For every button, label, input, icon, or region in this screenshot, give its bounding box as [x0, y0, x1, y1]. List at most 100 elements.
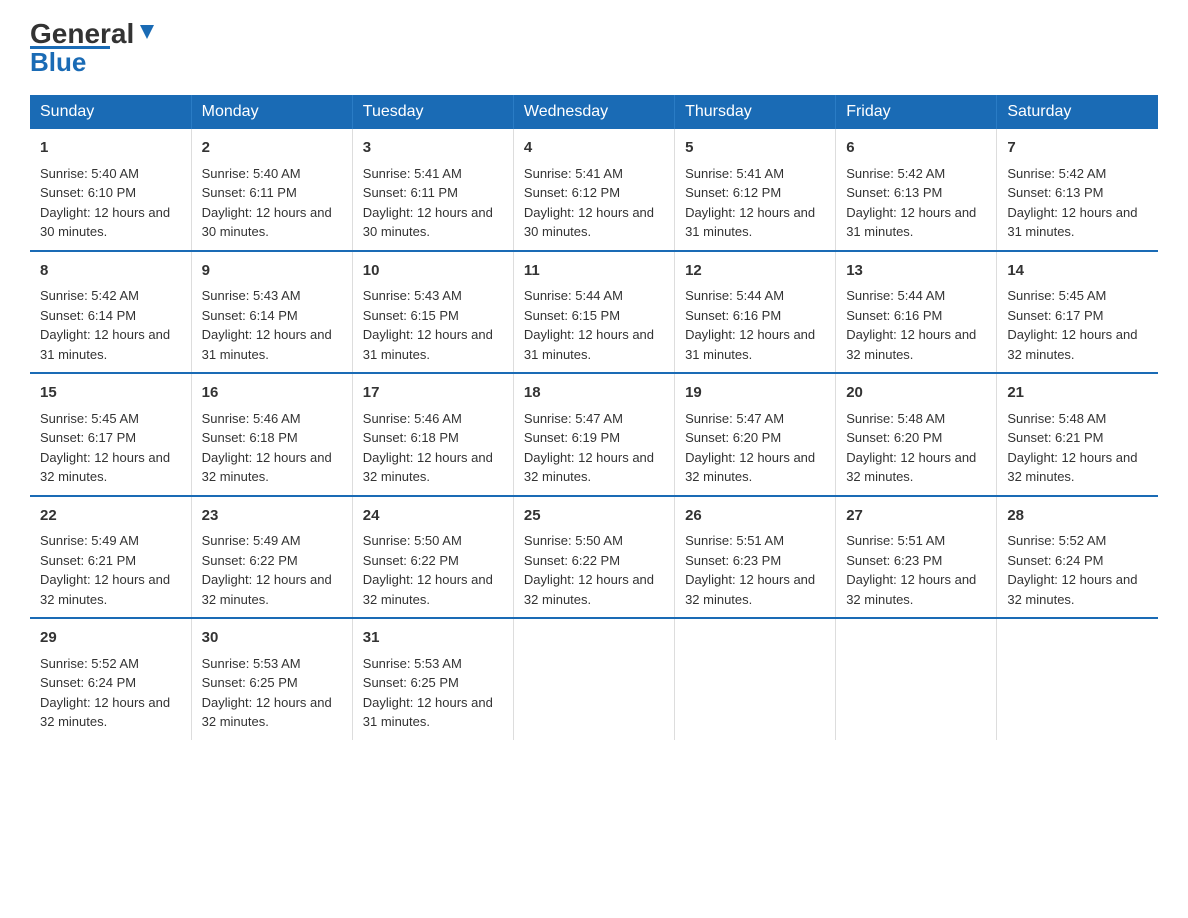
calendar-cell: 7 Sunrise: 5:42 AMSunset: 6:13 PMDaylight… — [997, 129, 1158, 251]
calendar-cell — [675, 618, 836, 740]
page-header: General Blue — [30, 20, 1158, 75]
day-number: 20 — [846, 382, 986, 405]
day-number: 23 — [202, 505, 342, 528]
day-info: Sunrise: 5:43 AMSunset: 6:14 PMDaylight:… — [202, 288, 332, 362]
day-number: 27 — [846, 505, 986, 528]
calendar-cell: 5 Sunrise: 5:41 AMSunset: 6:12 PMDaylight… — [675, 129, 836, 251]
logo-blue: Blue — [30, 49, 86, 75]
calendar-cell: 26 Sunrise: 5:51 AMSunset: 6:23 PMDayligh… — [675, 496, 836, 619]
day-info: Sunrise: 5:50 AMSunset: 6:22 PMDaylight:… — [363, 533, 493, 607]
calendar-week-row: 1 Sunrise: 5:40 AMSunset: 6:10 PMDaylight… — [30, 129, 1158, 251]
weekday-header: Wednesday — [513, 95, 674, 129]
calendar-cell: 21 Sunrise: 5:48 AMSunset: 6:21 PMDayligh… — [997, 373, 1158, 496]
calendar-cell: 13 Sunrise: 5:44 AMSunset: 6:16 PMDayligh… — [836, 251, 997, 374]
day-info: Sunrise: 5:51 AMSunset: 6:23 PMDaylight:… — [846, 533, 976, 607]
day-info: Sunrise: 5:49 AMSunset: 6:21 PMDaylight:… — [40, 533, 170, 607]
calendar-cell: 1 Sunrise: 5:40 AMSunset: 6:10 PMDaylight… — [30, 129, 191, 251]
calendar-cell: 6 Sunrise: 5:42 AMSunset: 6:13 PMDaylight… — [836, 129, 997, 251]
day-number: 22 — [40, 505, 181, 528]
day-number: 14 — [1007, 260, 1148, 283]
day-info: Sunrise: 5:49 AMSunset: 6:22 PMDaylight:… — [202, 533, 332, 607]
calendar-week-row: 15Sunrise: 5:45 AMSunset: 6:17 PMDayligh… — [30, 373, 1158, 496]
day-info: Sunrise: 5:52 AMSunset: 6:24 PMDaylight:… — [40, 656, 170, 730]
day-number: 25 — [524, 505, 664, 528]
day-info: Sunrise: 5:48 AMSunset: 6:20 PMDaylight:… — [846, 411, 976, 485]
day-number: 6 — [846, 137, 986, 160]
calendar-cell: 8 Sunrise: 5:42 AMSunset: 6:14 PMDaylight… — [30, 251, 191, 374]
day-info: Sunrise: 5:42 AMSunset: 6:13 PMDaylight:… — [1007, 166, 1137, 240]
calendar-cell: 17 Sunrise: 5:46 AMSunset: 6:18 PMDayligh… — [352, 373, 513, 496]
weekday-header-row: SundayMondayTuesdayWednesdayThursdayFrid… — [30, 95, 1158, 129]
day-info: Sunrise: 5:51 AMSunset: 6:23 PMDaylight:… — [685, 533, 815, 607]
weekday-header: Sunday — [30, 95, 191, 129]
calendar-cell: 18 Sunrise: 5:47 AMSunset: 6:19 PMDayligh… — [513, 373, 674, 496]
day-number: 13 — [846, 260, 986, 283]
day-info: Sunrise: 5:44 AMSunset: 6:15 PMDaylight:… — [524, 288, 654, 362]
day-info: Sunrise: 5:48 AMSunset: 6:21 PMDaylight:… — [1007, 411, 1137, 485]
day-info: Sunrise: 5:40 AMSunset: 6:10 PMDaylight:… — [40, 166, 170, 240]
day-number: 10 — [363, 260, 503, 283]
calendar-week-row: 8 Sunrise: 5:42 AMSunset: 6:14 PMDaylight… — [30, 251, 1158, 374]
calendar-cell — [997, 618, 1158, 740]
day-info: Sunrise: 5:44 AMSunset: 6:16 PMDaylight:… — [846, 288, 976, 362]
day-number: 29 — [40, 627, 181, 650]
weekday-header: Tuesday — [352, 95, 513, 129]
calendar-cell: 22 Sunrise: 5:49 AMSunset: 6:21 PMDayligh… — [30, 496, 191, 619]
weekday-header: Saturday — [997, 95, 1158, 129]
day-number: 30 — [202, 627, 342, 650]
day-info: Sunrise: 5:46 AMSunset: 6:18 PMDaylight:… — [363, 411, 493, 485]
day-info: Sunrise: 5:42 AMSunset: 6:14 PMDaylight:… — [40, 288, 170, 362]
calendar-cell: 30Sunrise: 5:53 AMSunset: 6:25 PMDayligh… — [191, 618, 352, 740]
calendar-cell: 16 Sunrise: 5:46 AMSunset: 6:18 PMDayligh… — [191, 373, 352, 496]
day-number: 3 — [363, 137, 503, 160]
calendar-cell: 9 Sunrise: 5:43 AMSunset: 6:14 PMDaylight… — [191, 251, 352, 374]
calendar-cell: 25 Sunrise: 5:50 AMSunset: 6:22 PMDayligh… — [513, 496, 674, 619]
calendar-cell: 24 Sunrise: 5:50 AMSunset: 6:22 PMDayligh… — [352, 496, 513, 619]
calendar-cell: 14 Sunrise: 5:45 AMSunset: 6:17 PMDayligh… — [997, 251, 1158, 374]
calendar-week-row: 22 Sunrise: 5:49 AMSunset: 6:21 PMDayligh… — [30, 496, 1158, 619]
day-number: 28 — [1007, 505, 1148, 528]
day-info: Sunrise: 5:47 AMSunset: 6:20 PMDaylight:… — [685, 411, 815, 485]
calendar-cell: 10 Sunrise: 5:43 AMSunset: 6:15 PMDayligh… — [352, 251, 513, 374]
day-number: 19 — [685, 382, 825, 405]
day-number: 1 — [40, 137, 181, 160]
calendar-cell: 11Sunrise: 5:44 AMSunset: 6:15 PMDayligh… — [513, 251, 674, 374]
day-info: Sunrise: 5:45 AMSunset: 6:17 PMDaylight:… — [1007, 288, 1137, 362]
day-info: Sunrise: 5:42 AMSunset: 6:13 PMDaylight:… — [846, 166, 976, 240]
day-number: 8 — [40, 260, 181, 283]
day-number: 17 — [363, 382, 503, 405]
day-number: 18 — [524, 382, 664, 405]
calendar-cell: 23 Sunrise: 5:49 AMSunset: 6:22 PMDayligh… — [191, 496, 352, 619]
calendar-cell: 4 Sunrise: 5:41 AMSunset: 6:12 PMDaylight… — [513, 129, 674, 251]
day-number: 2 — [202, 137, 342, 160]
logo-triangle-icon — [136, 21, 158, 43]
day-info: Sunrise: 5:40 AMSunset: 6:11 PMDaylight:… — [202, 166, 332, 240]
day-info: Sunrise: 5:53 AMSunset: 6:25 PMDaylight:… — [363, 656, 493, 730]
calendar-table: SundayMondayTuesdayWednesdayThursdayFrid… — [30, 95, 1158, 740]
day-info: Sunrise: 5:52 AMSunset: 6:24 PMDaylight:… — [1007, 533, 1137, 607]
day-info: Sunrise: 5:41 AMSunset: 6:12 PMDaylight:… — [524, 166, 654, 240]
day-info: Sunrise: 5:41 AMSunset: 6:11 PMDaylight:… — [363, 166, 493, 240]
day-number: 7 — [1007, 137, 1148, 160]
day-number: 9 — [202, 260, 342, 283]
day-number: 24 — [363, 505, 503, 528]
day-number: 26 — [685, 505, 825, 528]
calendar-cell: 2 Sunrise: 5:40 AMSunset: 6:11 PMDaylight… — [191, 129, 352, 251]
day-info: Sunrise: 5:47 AMSunset: 6:19 PMDaylight:… — [524, 411, 654, 485]
day-info: Sunrise: 5:46 AMSunset: 6:18 PMDaylight:… — [202, 411, 332, 485]
day-number: 4 — [524, 137, 664, 160]
day-number: 5 — [685, 137, 825, 160]
calendar-week-row: 29 Sunrise: 5:52 AMSunset: 6:24 PMDayligh… — [30, 618, 1158, 740]
day-number: 16 — [202, 382, 342, 405]
day-number: 21 — [1007, 382, 1148, 405]
calendar-cell — [513, 618, 674, 740]
calendar-cell: 15Sunrise: 5:45 AMSunset: 6:17 PMDayligh… — [30, 373, 191, 496]
calendar-cell: 27 Sunrise: 5:51 AMSunset: 6:23 PMDayligh… — [836, 496, 997, 619]
day-info: Sunrise: 5:41 AMSunset: 6:12 PMDaylight:… — [685, 166, 815, 240]
calendar-cell: 29 Sunrise: 5:52 AMSunset: 6:24 PMDayligh… — [30, 618, 191, 740]
calendar-cell: 28 Sunrise: 5:52 AMSunset: 6:24 PMDayligh… — [997, 496, 1158, 619]
weekday-header: Friday — [836, 95, 997, 129]
day-info: Sunrise: 5:50 AMSunset: 6:22 PMDaylight:… — [524, 533, 654, 607]
day-number: 12 — [685, 260, 825, 283]
day-info: Sunrise: 5:43 AMSunset: 6:15 PMDaylight:… — [363, 288, 493, 362]
